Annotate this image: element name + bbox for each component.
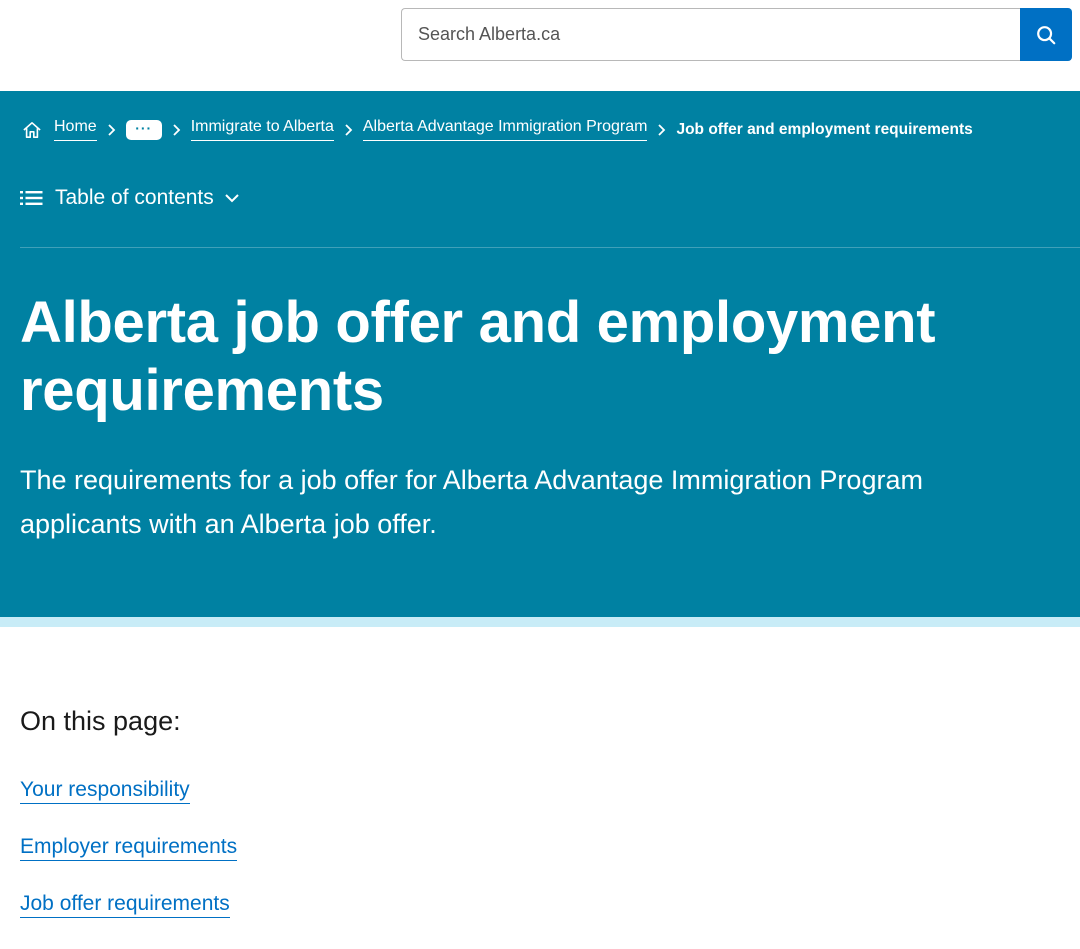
breadcrumb-expand-button[interactable]: ··· xyxy=(125,119,162,140)
on-this-page-list: Your responsibility Employer requirement… xyxy=(20,778,238,949)
breadcrumb-home-link[interactable]: Home xyxy=(54,118,97,141)
hero-banner: Home ··· Immigrate to Alberta Alberta Ad… xyxy=(0,91,1080,617)
chevron-right-icon xyxy=(344,123,353,137)
anchor-link-employer-requirements[interactable]: Employer requirements xyxy=(20,835,238,861)
home-icon xyxy=(22,121,42,139)
anchor-link-your-responsibility[interactable]: Your responsibility xyxy=(20,778,190,804)
search-button[interactable] xyxy=(1020,8,1072,61)
on-this-page-heading: On this page: xyxy=(20,706,181,736)
list-item: Your responsibility xyxy=(20,778,237,835)
anchor-link-job-offer-requirements[interactable]: Job offer requirements xyxy=(20,892,230,918)
chevron-right-icon xyxy=(172,123,181,137)
chevron-right-icon xyxy=(657,123,666,137)
page-lead: The requirements for a job offer for Alb… xyxy=(20,465,923,539)
table-of-contents-toggle[interactable]: Table of contents xyxy=(20,186,240,210)
breadcrumb-link-aaip[interactable]: Alberta Advantage Immigration Program xyxy=(362,118,648,141)
list-item: Job offer requirements xyxy=(20,892,237,949)
breadcrumb: Home ··· Immigrate to Alberta Alberta Ad… xyxy=(22,118,973,141)
hero-divider xyxy=(20,247,1080,248)
breadcrumb-link-immigrate[interactable]: Immigrate to Alberta xyxy=(190,118,334,141)
table-of-contents-label: Table of contents xyxy=(55,186,214,209)
hero-accent-stripe xyxy=(0,617,1080,627)
site-header xyxy=(0,0,1080,91)
search-form xyxy=(401,8,1072,61)
list-item: Employer requirements xyxy=(20,835,238,892)
main-content: On this page: Your responsibility Employ… xyxy=(0,627,1080,938)
page-title: Alberta job offer and employment require… xyxy=(20,290,936,423)
search-input[interactable] xyxy=(401,8,1020,61)
list-icon xyxy=(20,190,43,206)
breadcrumb-current: Job offer and employment requirements xyxy=(676,120,973,138)
chevron-right-icon xyxy=(107,123,116,137)
chevron-down-icon xyxy=(224,193,240,203)
search-icon xyxy=(1035,24,1057,46)
